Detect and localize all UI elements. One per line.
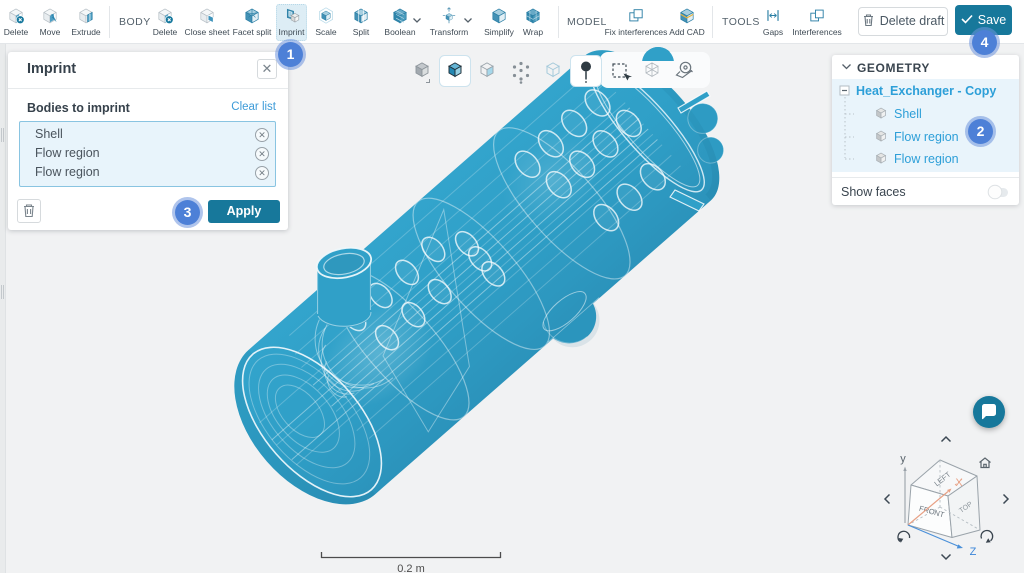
svg-text:0.2 m: 0.2 m <box>397 563 425 573</box>
svg-text:y: y <box>900 453 906 465</box>
svg-text:X: X <box>955 477 963 489</box>
svg-text:Z: Z <box>970 546 977 558</box>
